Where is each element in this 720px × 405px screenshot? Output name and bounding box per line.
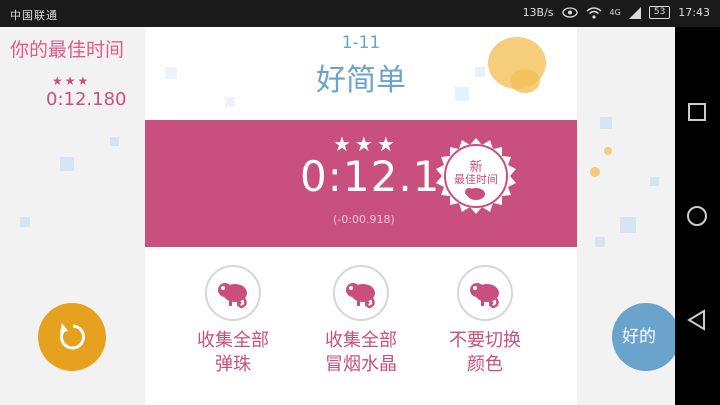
network-speed: 13B/s <box>522 6 554 19</box>
bg-square <box>60 157 74 171</box>
chameleon-icon <box>470 283 499 309</box>
goal-collect-marbles: 收集全部 弹珠 <box>173 265 293 377</box>
result-banner: ★★★ 0:12.180 (-0:00.918) 新 最佳时间 <box>145 120 577 247</box>
navigation-bar <box>675 27 720 405</box>
goal-label: 不要切换 颜色 <box>449 330 521 375</box>
splash-decoration <box>604 147 612 155</box>
badge-best-time-label: 最佳时间 <box>454 173 498 186</box>
carrier-name: 中国联通 <box>10 9 58 22</box>
bg-square <box>620 217 636 233</box>
splash-decoration <box>590 167 600 177</box>
goal-circle <box>205 265 261 321</box>
signal-type: 4G <box>609 8 621 17</box>
level-title: 好简单 <box>316 63 406 98</box>
bg-square <box>600 117 612 129</box>
status-bar: 中国联通 13B/s 4G 53 17:43 <box>0 0 720 27</box>
signal-icon <box>628 6 641 19</box>
restart-icon <box>60 323 85 350</box>
chameleon-icon <box>218 283 247 309</box>
bg-square <box>20 217 30 227</box>
chameleon-icon <box>346 283 375 309</box>
ok-button[interactable]: 好的 <box>612 303 675 371</box>
bg-square <box>595 237 605 247</box>
level-number: 1-11 <box>341 33 381 53</box>
goal-collect-smoke-crystals: 收集全部 冒烟水晶 <box>301 265 421 377</box>
retry-button[interactable] <box>38 303 106 371</box>
goal-no-color-switch: 不要切换 颜色 <box>425 265 545 377</box>
goal-circle <box>333 265 389 321</box>
best-time-title: 你的最佳时间 <box>10 39 125 61</box>
best-time-stars: ★★★ <box>52 74 91 88</box>
goal-circle <box>457 265 513 321</box>
back-icon[interactable] <box>684 307 710 333</box>
best-time-value: 0:12.180 <box>46 89 127 110</box>
battery-icon: 53 <box>648 6 671 19</box>
recent-apps-icon[interactable] <box>684 99 710 125</box>
clock: 17:43 <box>678 6 710 19</box>
goal-label: 收集全部 冒烟水晶 <box>325 330 397 375</box>
result-time-diff: (-0:00.918) <box>333 213 395 226</box>
new-best-time-badge: 新 最佳时间 <box>433 136 519 222</box>
eye-icon <box>561 7 578 18</box>
home-icon[interactable] <box>684 203 710 229</box>
wifi-icon <box>586 6 602 19</box>
game-screen: 你的最佳时间 ★★★ 0:12.180 1-11 好简单 ★★★ 0:12.18… <box>0 27 675 405</box>
bg-square <box>110 137 119 146</box>
bg-square <box>650 177 659 186</box>
goal-label: 收集全部 弹珠 <box>197 330 269 375</box>
